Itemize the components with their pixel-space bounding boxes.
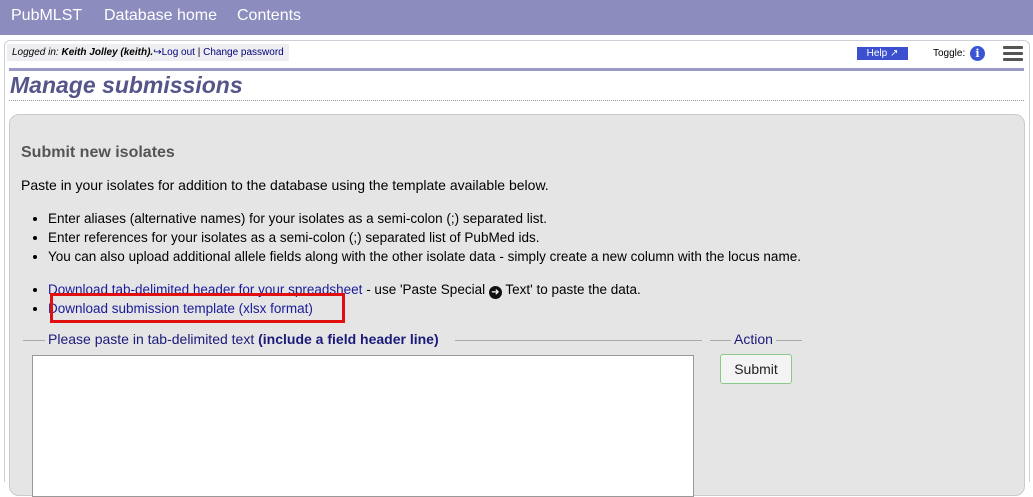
highlight-box: [50, 293, 345, 323]
paste-legend: Please paste in tab-delimited text (incl…: [45, 331, 442, 347]
paste-legend-text: Please paste in tab-delimited text: [48, 331, 255, 347]
help-button[interactable]: Help ↗: [857, 47, 908, 60]
paste-legend-bold: (include a field header line): [258, 331, 439, 347]
list-item: You can also upload additional allele fi…: [48, 247, 801, 266]
paste-hint-prefix: - use 'Paste Special: [362, 282, 489, 297]
paste-hint-suffix: Text' to paste the data.: [501, 282, 641, 297]
login-status-bar: Logged in: Keith Jolley (keith).↪Log out…: [7, 44, 289, 61]
nav-contents-link[interactable]: Contents: [237, 7, 301, 25]
logout-icon: ↪: [153, 47, 162, 58]
external-link-icon: ↗: [889, 48, 899, 59]
page-title: Manage submissions: [10, 72, 243, 98]
action-legend: Action: [731, 331, 776, 347]
isolate-data-textarea[interactable]: [32, 355, 694, 497]
login-separator: |: [197, 47, 201, 58]
fieldset-border: [710, 340, 732, 341]
nav-pubmlst-link[interactable]: PubMLST: [11, 7, 82, 25]
arrow-circle-right-icon: ➜: [488, 286, 502, 299]
nav-database-home-link[interactable]: Database home: [104, 7, 217, 25]
fieldset-border: [776, 340, 802, 341]
info-toggle-icon[interactable]: i: [970, 46, 985, 61]
list-item: Enter references for your isolates as a …: [48, 228, 801, 247]
change-password-link[interactable]: Change password: [203, 47, 284, 58]
top-navigation-bar: PubMLST Database home Contents: [0, 0, 1033, 35]
logged-in-label: Logged in:: [12, 47, 59, 58]
toggle-label: Toggle:: [933, 48, 966, 59]
hamburger-menu-icon[interactable]: [1003, 46, 1023, 62]
logged-in-user: Keith Jolley (keith).: [61, 47, 154, 58]
submit-isolates-panel: Submit new isolates Paste in your isolat…: [9, 114, 1025, 497]
section-heading: Submit new isolates: [21, 144, 175, 161]
logout-link[interactable]: ↪Log out: [153, 47, 195, 58]
section-intro: Paste in your isolates for addition to t…: [21, 177, 549, 193]
list-item: Enter aliases (alternative names) for yo…: [48, 209, 801, 228]
fieldset-border: [455, 340, 702, 341]
submit-button[interactable]: Submit: [720, 354, 792, 384]
logout-label: Log out: [161, 47, 195, 58]
notes-list: Enter aliases (alternative names) for yo…: [31, 209, 801, 266]
help-label: Help: [866, 48, 888, 59]
page-title-bar: Manage submissions: [9, 68, 1024, 101]
